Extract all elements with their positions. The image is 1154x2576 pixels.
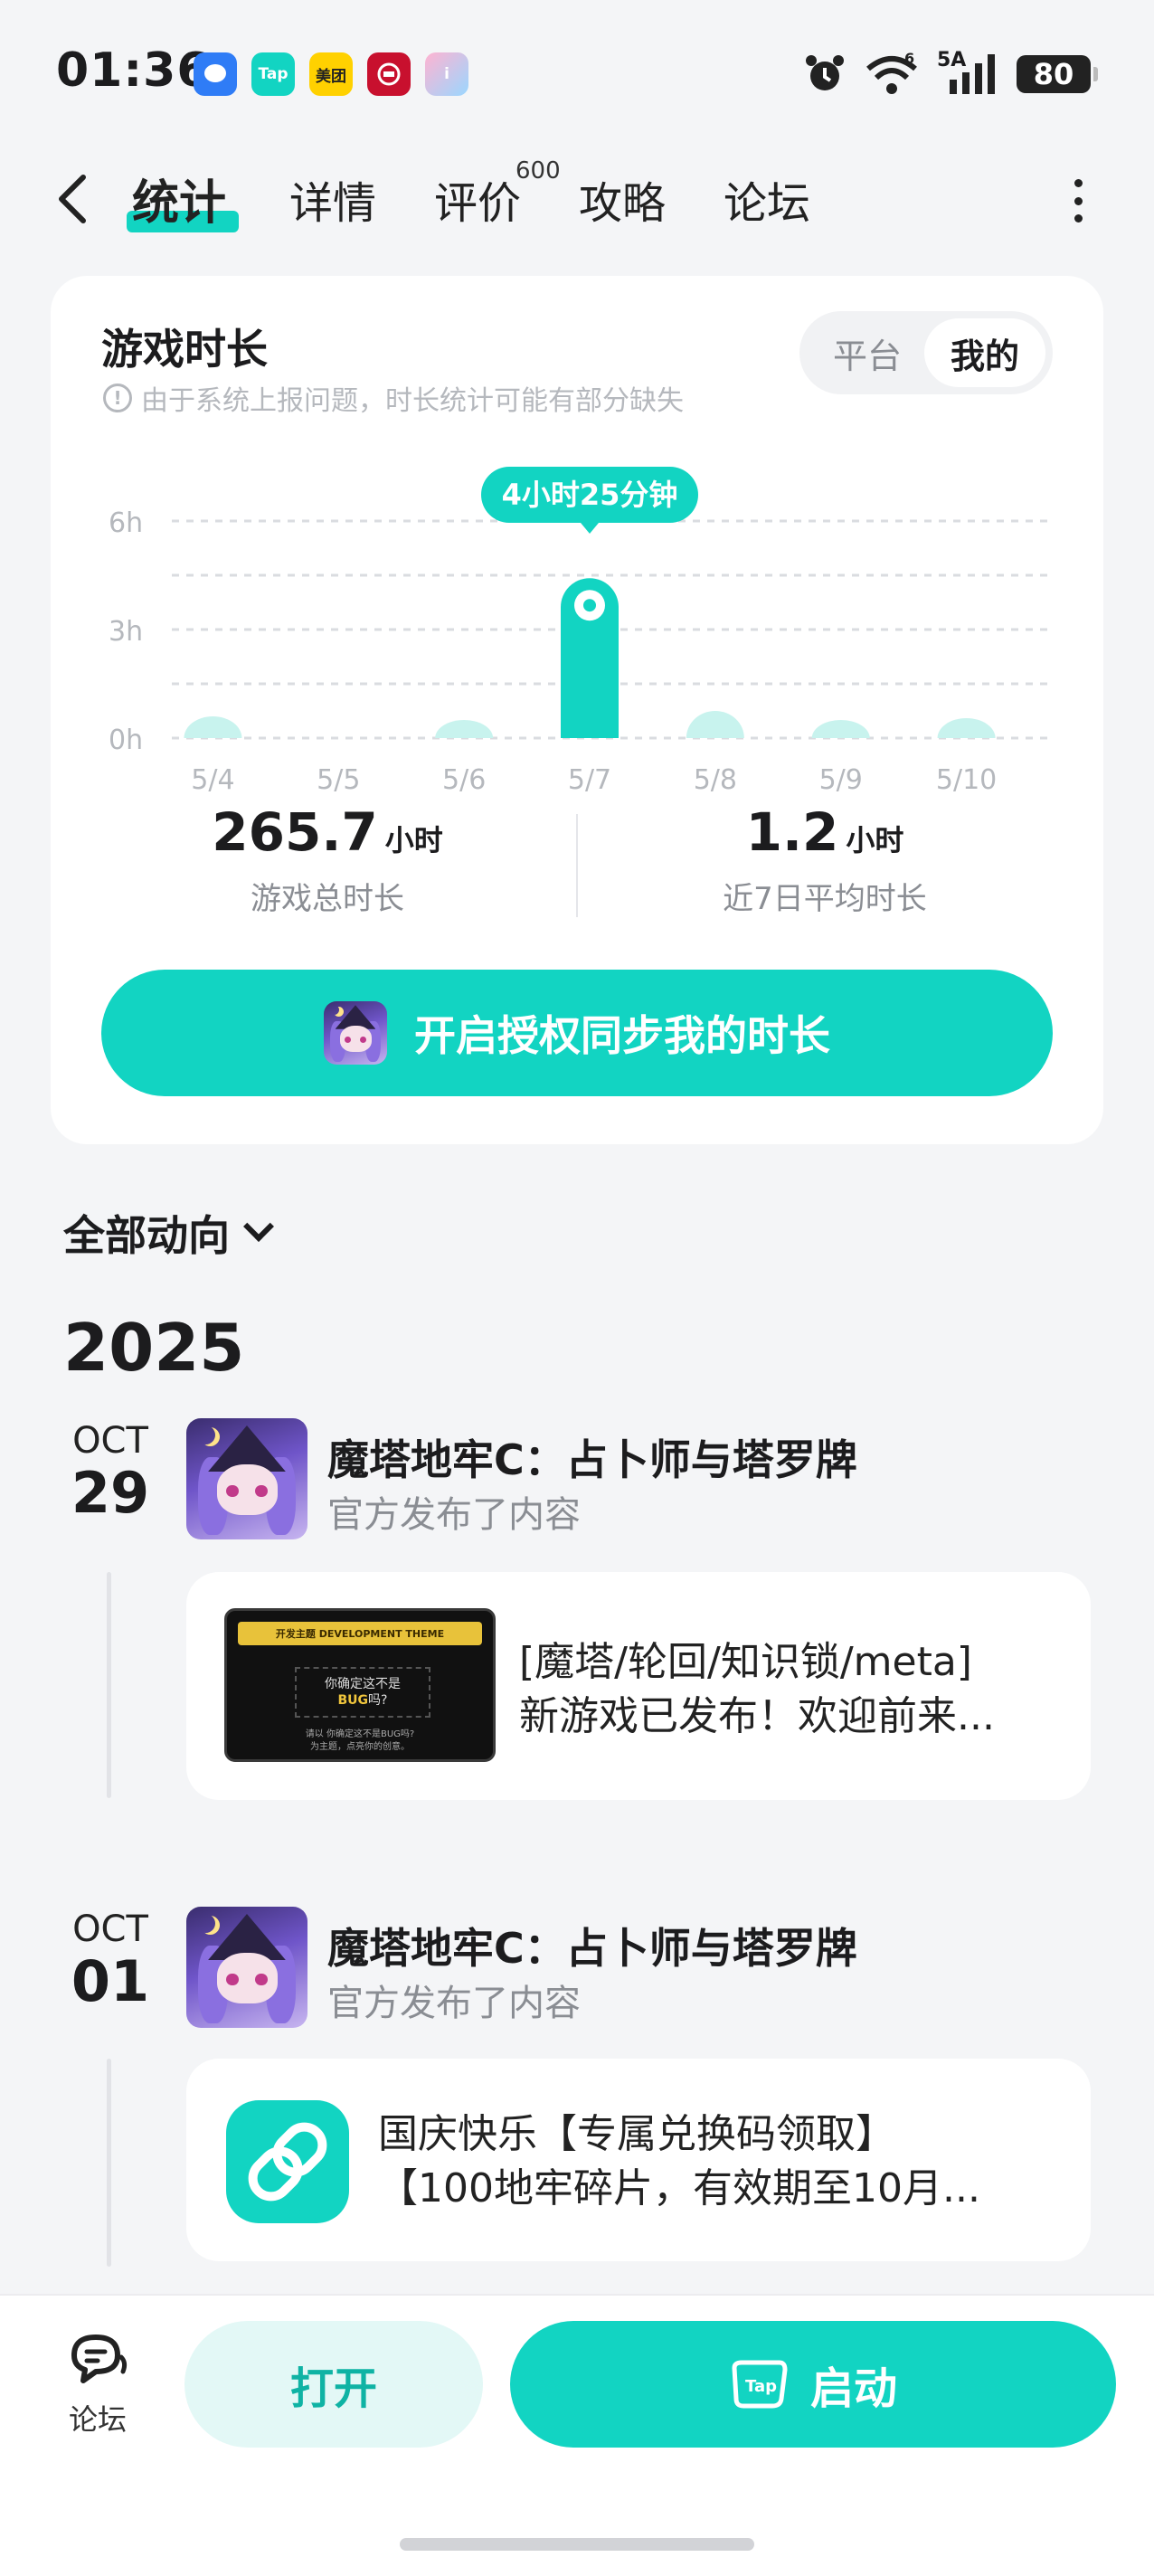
- feed-date-month: OCT: [72, 1908, 148, 1950]
- feed-date-month: OCT: [72, 1420, 148, 1462]
- x-tick-label: 5/8: [694, 764, 737, 796]
- x-tick-label: 5/7: [568, 764, 611, 796]
- chart-bar: [686, 711, 744, 738]
- back-arrow-icon[interactable]: [54, 172, 90, 226]
- i-app-icon: i: [425, 52, 468, 96]
- x-tick-label: 5/4: [191, 764, 234, 796]
- authorize-sync-button[interactable]: 开启授权同步我的时长: [101, 970, 1053, 1096]
- taptap-app-icon: Tap: [251, 52, 295, 96]
- more-menu-icon[interactable]: [1073, 179, 1083, 223]
- avg-playtime-label: 近7日平均时长: [723, 881, 927, 917]
- avg-playtime-unit: 小时: [846, 823, 904, 857]
- feed-item-title[interactable]: 魔塔地牢C：占卜师与塔罗牌: [327, 1916, 857, 1975]
- tab-details[interactable]: 详情: [289, 167, 376, 231]
- taptap-play-icon: Tap: [732, 2360, 788, 2409]
- highlight-tooltip-pointer: [581, 523, 599, 534]
- avg-playtime: 1.2 小时: [626, 801, 1024, 863]
- toggle-platform[interactable]: 平台: [807, 318, 928, 387]
- link-icon: [226, 2100, 349, 2223]
- playtime-note: ! 由于系统上报问题，时长统计可能有部分缺失: [103, 378, 684, 418]
- stat-divider: [576, 814, 578, 917]
- post-line-2: 【100地牢碎片，有效期至10月...: [378, 2165, 980, 2211]
- authorize-sync-label: 开启授权同步我的时长: [414, 1011, 830, 1060]
- playtime-note-text: 由于系统上报问题，时长统计可能有部分缺失: [141, 385, 684, 417]
- x-tick-label: 5/6: [442, 764, 486, 796]
- thumb-q1: 你确定这不是: [325, 1677, 401, 1691]
- highlight-label: 4小时25分钟: [502, 478, 678, 512]
- tab-forum[interactable]: 论坛: [724, 167, 810, 231]
- game-avatar[interactable]: [186, 1907, 307, 2028]
- thumb-footer: 请以 你确定这不是BUG吗? 为主题，点亮你的创意。: [227, 1728, 493, 1754]
- home-indicator[interactable]: [400, 2538, 754, 2551]
- feed-item-subtitle: 官方发布了内容: [327, 1494, 581, 1536]
- tab-stats[interactable]: 统计: [132, 165, 226, 232]
- feed-filter-label: 全部动向: [63, 1211, 230, 1260]
- feed-filter-dropdown[interactable]: 全部动向: [63, 1203, 274, 1263]
- tab-reviews[interactable]: 评价: [434, 167, 521, 231]
- total-playtime-unit: 小时: [384, 823, 443, 857]
- x-tick-label: 5/10: [936, 764, 997, 796]
- post-line-1: [魔塔/轮回/知识锁/meta]: [519, 1639, 972, 1685]
- x-tick-label: 5/9: [819, 764, 863, 796]
- timeline-line: [107, 1572, 111, 1798]
- toggle-mine[interactable]: 我的: [924, 318, 1045, 387]
- thumb-q2: BUG: [337, 1693, 369, 1708]
- bank-app-icon: [367, 52, 411, 96]
- post-thumbnail: 开发主题 DEVELOPMENT THEME 你确定这不是 BUG吗? 请以 你…: [224, 1608, 496, 1762]
- battery-icon: 80: [1017, 55, 1098, 93]
- playtime-chart: 6h 3h 0h 5/4 5/5 5/6 4小时25分钟 5/7 5/8 5/9 5/10: [109, 467, 1051, 796]
- start-button-label: 启动: [809, 2363, 897, 2414]
- highlight-dot-inner: [583, 599, 596, 612]
- thumb-question: 你确定这不是 BUG吗?: [295, 1667, 430, 1718]
- chevron-down-icon: [243, 1211, 274, 1242]
- chart-bar: [184, 716, 242, 738]
- chart-bar: [435, 720, 494, 738]
- alarm-icon: [806, 55, 844, 90]
- status-icons: 6 5A 80: [803, 49, 1098, 99]
- status-time: 01:36: [56, 43, 211, 98]
- feed-item-title[interactable]: 魔塔地牢C：占卜师与塔罗牌: [327, 1427, 857, 1487]
- thumb-q3: 吗?: [368, 1693, 388, 1708]
- open-button[interactable]: 打开: [184, 2321, 483, 2448]
- y-tick-label: 0h: [109, 724, 143, 756]
- game-icon: [324, 1001, 387, 1065]
- thumb-banner: 开发主题 DEVELOPMENT THEME: [238, 1622, 482, 1645]
- start-button[interactable]: Tap 启动: [510, 2321, 1116, 2448]
- forum-icon[interactable]: [67, 2330, 130, 2388]
- message-app-icon: [194, 52, 237, 96]
- post-line-1: 国庆快乐【专属兑换码领取】: [378, 2111, 895, 2157]
- svg-text:Tap: Tap: [745, 2377, 777, 2396]
- total-playtime-value: 265.7: [212, 801, 378, 863]
- thumb-foot2: 为主题，点亮你的创意。: [310, 1742, 410, 1752]
- x-tick-label: 5/5: [317, 764, 360, 796]
- avg-playtime-value: 1.2: [745, 801, 839, 863]
- timeline-line: [107, 2059, 111, 2267]
- total-playtime-label: 游戏总时长: [251, 881, 404, 917]
- y-tick-label: 3h: [109, 616, 143, 648]
- post-line-2: 新游戏已发布！欢迎前来...: [519, 1693, 995, 1739]
- forum-label[interactable]: 论坛: [69, 2397, 127, 2439]
- feed-year: 2025: [63, 1310, 245, 1386]
- svg-text:6: 6: [904, 52, 914, 67]
- cell-signal-icon: 5A: [937, 49, 998, 96]
- y-tick-label: 6h: [109, 507, 143, 539]
- chart-bar: [811, 720, 870, 738]
- review-count-badge: 600: [516, 157, 561, 185]
- feed-date-day: 29: [71, 1460, 150, 1526]
- total-playtime: 265.7 小时: [128, 801, 526, 863]
- tab-guides[interactable]: 攻略: [579, 167, 666, 231]
- feed-date-day: 01: [71, 1948, 150, 2014]
- game-avatar[interactable]: [186, 1418, 307, 1539]
- chart-bar: [937, 718, 996, 738]
- source-toggle: 平台 我的: [799, 311, 1053, 394]
- thumb-foot1: 请以 你确定这不是BUG吗?: [305, 1729, 415, 1739]
- meituan-app-icon: 美团: [309, 52, 353, 96]
- wifi-icon: 6: [866, 52, 917, 94]
- playtime-title: 游戏时长: [101, 325, 268, 374]
- feed-item-subtitle: 官方发布了内容: [327, 1983, 581, 2024]
- info-icon: !: [103, 384, 132, 412]
